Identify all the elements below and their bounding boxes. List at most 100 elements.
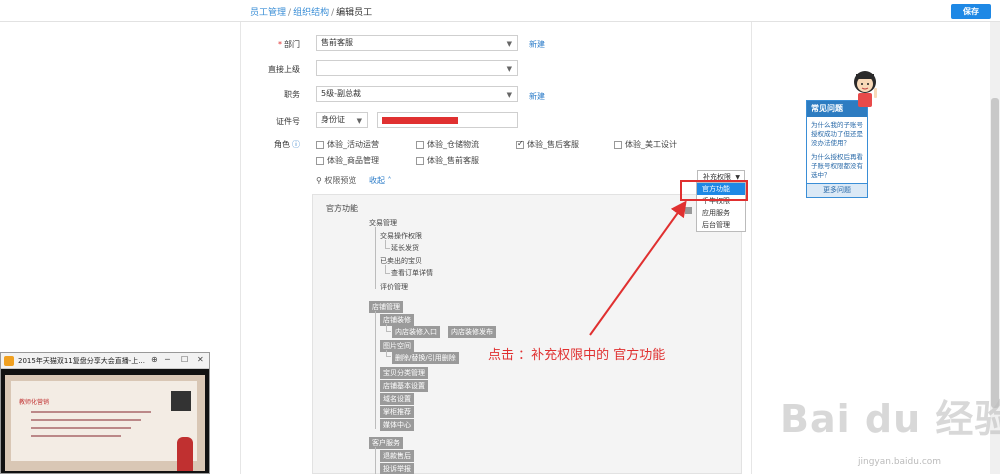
annotation-arrow — [589, 200, 687, 336]
breadcrumb: 员工管理 / 组织结构 / 编辑员工 — [250, 5, 372, 18]
role-checkbox-item[interactable]: 体验_活动运营 — [316, 139, 379, 150]
role-label: 体验_售后客服 — [527, 140, 579, 149]
help-card: 常见问题 为什么我的子账号授权成功了但还是没办法使用？ 为什么授权后再看子账号权… — [806, 100, 868, 194]
permission-preview: ⚲ 权限预览 — [316, 175, 356, 186]
breadcrumb-current: 编辑员工 — [336, 8, 373, 18]
close-icon[interactable]: ✕ — [197, 355, 204, 364]
slide-text-line — [31, 411, 151, 413]
slide-text-line — [31, 419, 141, 421]
tree-node: 宝贝分类管理 — [380, 367, 428, 379]
tree-node: 查看订单详情 — [391, 269, 433, 277]
help-question-link[interactable]: 为什么授权后再看子账号权限都没有选中？ — [811, 153, 867, 180]
video-window: 2015年天猫双11复盘分享大会直播-上... ⊕ ─ ☐ ✕ 教师化营销 — [0, 352, 210, 474]
tree-node: 投诉举报 — [380, 463, 414, 474]
tree-node: 域名设置 — [380, 393, 414, 405]
tree-line — [375, 227, 376, 289]
tree-node: 媒体中心 — [380, 419, 414, 431]
role-label: 体验_美工设计 — [625, 140, 677, 149]
role-checkbox[interactable] — [316, 140, 324, 149]
id-type-select[interactable]: 身份证 ▼ — [316, 112, 368, 128]
collapse-toggle[interactable]: 收起 ˄ — [369, 175, 392, 186]
position-new-link[interactable]: 新建 — [529, 91, 545, 102]
tree-node: 交易管理 — [369, 219, 397, 227]
tree-node: 删除/替换/引用删除 — [392, 352, 459, 364]
role-label: 体验_仓储物流 — [427, 140, 479, 149]
app-icon — [4, 356, 14, 366]
tree-line — [385, 265, 386, 273]
breadcrumb-separator: / — [288, 8, 292, 18]
menu-item-app-services[interactable]: 应用服务 — [697, 207, 745, 219]
role-label: 体验_售前客服 — [427, 156, 479, 165]
tree-node: 评价管理 — [380, 283, 408, 291]
info-icon[interactable]: ⓘ — [292, 140, 300, 149]
presentation-slide: 教师化营销 — [11, 381, 197, 461]
tree-node: 交易操作权限 — [380, 232, 422, 240]
role-checkbox-item[interactable]: 体验_仓储物流 — [416, 139, 479, 150]
tree-line — [386, 356, 391, 357]
video-frame[interactable]: 教师化营销 — [5, 375, 205, 471]
roles-label: 角色 ⓘ — [240, 139, 300, 150]
roles-label-text: 角色 — [274, 140, 290, 149]
role-checkbox-item[interactable]: 体验_售前客服 — [416, 155, 479, 166]
maximize-icon[interactable]: ☐ — [181, 355, 188, 364]
pin-icon[interactable]: ⊕ — [151, 355, 158, 364]
department-value: 售前客服 — [321, 38, 353, 47]
position-label: 职务 — [284, 90, 300, 99]
breadcrumb-staff-management[interactable]: 员工管理 — [250, 8, 286, 18]
tree-line — [386, 331, 391, 332]
role-checkbox[interactable] — [614, 140, 622, 149]
slide-text-line — [31, 435, 121, 437]
tree-node: 掌柜推荐 — [380, 406, 414, 418]
tree-node: 已卖出的宝贝 — [380, 257, 422, 265]
page: 员工管理 / 组织结构 / 编辑员工 保存 * 部门 售前客服 ▼ 新建 直接上级 ▼ 职务… — [0, 0, 1000, 474]
tree-line — [385, 248, 390, 249]
search-icon: ⚲ — [316, 176, 322, 185]
save-button[interactable]: 保存 — [951, 4, 991, 19]
department-select[interactable]: 售前客服 ▼ — [316, 35, 518, 51]
role-checkbox-checked[interactable] — [516, 139, 524, 149]
id-doc-label: 证件号 — [276, 117, 300, 126]
presenter-figure — [177, 437, 193, 471]
role-checkbox[interactable] — [416, 140, 424, 149]
permission-preview-label: 权限预览 — [324, 176, 357, 185]
tree-line — [375, 447, 376, 474]
menu-item-backend-management[interactable]: 后台管理 — [697, 219, 745, 231]
chevron-down-icon: ▼ — [356, 117, 362, 125]
breadcrumb-org-structure[interactable]: 组织结构 — [293, 8, 329, 18]
role-checkbox-item[interactable]: 体验_商品管理 — [316, 155, 379, 166]
superior-select[interactable]: ▼ — [316, 60, 518, 76]
position-select[interactable]: 5级-副总裁 ▼ — [316, 86, 518, 102]
chevron-down-icon: ▼ — [506, 65, 512, 73]
qr-code-icon — [171, 391, 191, 411]
role-checkbox[interactable] — [316, 156, 324, 165]
tree-node: 退款售后 — [380, 450, 414, 462]
role-checkbox-item[interactable]: 体验_美工设计 — [614, 139, 677, 150]
video-title: 2015年天猫双11复盘分享大会直播-上... — [18, 357, 145, 365]
department-new-link[interactable]: 新建 — [529, 39, 545, 50]
minimize-icon[interactable]: ─ — [165, 355, 170, 364]
chevron-down-icon: ▼ — [506, 40, 512, 48]
tree-line — [386, 324, 387, 331]
department-label: * 部门 — [240, 39, 300, 50]
department-label-text: 部门 — [284, 40, 300, 49]
scrollbar-thumb[interactable] — [991, 98, 999, 408]
chevron-down-icon: ▼ — [506, 91, 512, 99]
annotation-text: 点击 ：补充权限中的 官方功能 — [488, 348, 666, 363]
help-question-link[interactable]: 为什么我的子账号授权成功了但还是没办法使用？ — [811, 121, 867, 148]
watermark-url: jingyan.baidu.com — [858, 457, 942, 467]
more-questions-button[interactable]: 更多问题 — [806, 183, 868, 198]
mascot-icon — [854, 71, 877, 107]
slide-text-line — [31, 427, 131, 429]
tree-node: 内店装修发布 — [448, 326, 496, 338]
role-checkbox-item[interactable]: 体验_售后客服 — [516, 139, 579, 150]
tree-node: 店铺基本设置 — [380, 380, 428, 392]
tree-root: 官方功能 — [326, 204, 358, 213]
redaction-bar — [382, 117, 458, 124]
tree-line — [385, 240, 386, 248]
role-label: 体验_活动运营 — [327, 140, 379, 149]
chevron-up-icon: ˄ — [387, 176, 392, 185]
position-value: 5级-副总裁 — [321, 89, 361, 98]
superior-label: 直接上级 — [268, 65, 300, 74]
role-checkbox[interactable] — [416, 156, 424, 165]
breadcrumb-separator: / — [331, 8, 335, 18]
